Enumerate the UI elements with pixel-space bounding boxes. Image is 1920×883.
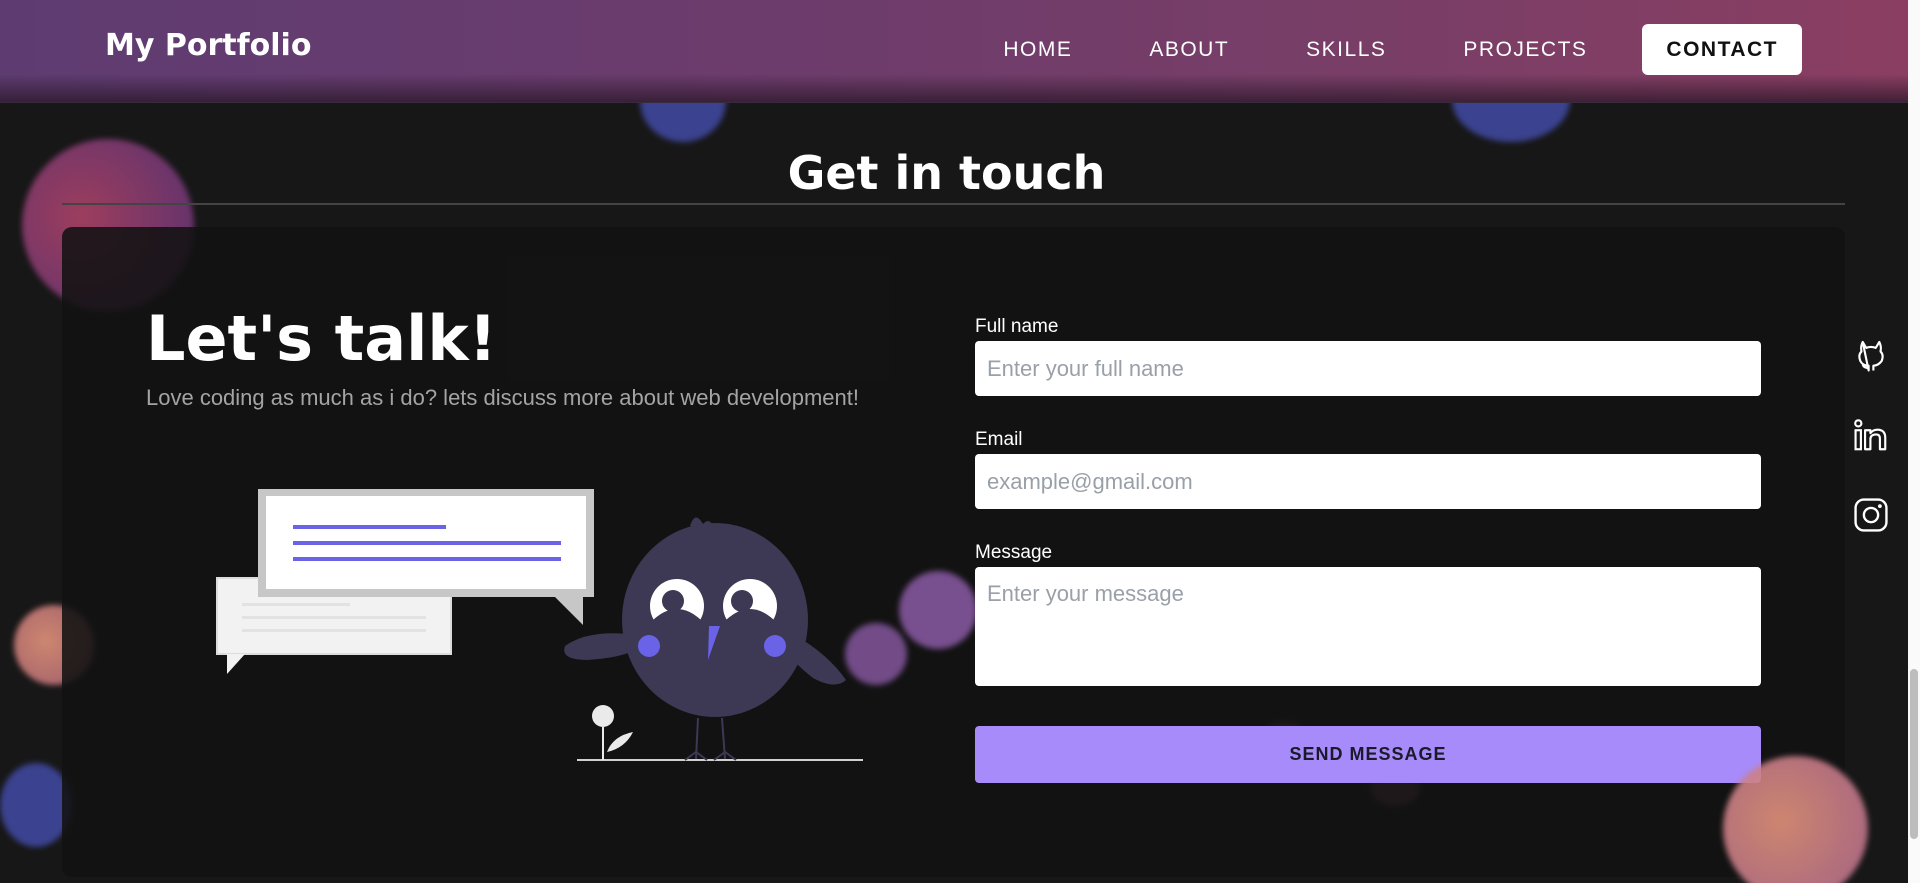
plant-bud xyxy=(592,705,614,727)
contact-form: Full name Email Message SEND MESSAGE xyxy=(975,316,1761,783)
bird-body xyxy=(622,523,808,717)
section-divider xyxy=(62,203,1845,205)
message-textarea[interactable] xyxy=(975,567,1761,686)
message-label: Message xyxy=(975,542,1053,563)
nav-link-home[interactable]: HOME xyxy=(1003,38,1072,62)
intro-heading: Let's talk! xyxy=(146,302,497,375)
instagram-icon[interactable] xyxy=(1852,496,1890,534)
section-title: Get in touch xyxy=(787,146,1106,200)
nav-links: HOME ABOUT SKILLS PROJECTS CONTACT xyxy=(926,24,1802,75)
fullname-input[interactable] xyxy=(975,341,1761,396)
decorative-blob xyxy=(1723,756,1868,883)
email-label: Email xyxy=(975,429,1023,450)
linkedin-icon[interactable] xyxy=(1852,416,1890,454)
brand-logo[interactable]: My Portfolio xyxy=(105,28,311,63)
send-message-button[interactable]: SEND MESSAGE xyxy=(975,726,1761,783)
navbar: My Portfolio HOME ABOUT SKILLS PROJECTS … xyxy=(0,0,1908,103)
fullname-label: Full name xyxy=(975,316,1059,337)
chat-bubble-back-tail xyxy=(227,654,245,674)
nav-link-projects[interactable]: PROJECTS xyxy=(1463,38,1587,62)
github-icon[interactable] xyxy=(1852,336,1890,374)
email-input[interactable] xyxy=(975,454,1761,509)
page-scrollbar[interactable] xyxy=(1908,0,1920,883)
nav-link-about[interactable]: ABOUT xyxy=(1149,38,1229,62)
chat-bubble-front-tail xyxy=(555,597,583,625)
chat-bird-illustration xyxy=(216,489,863,761)
decorative-blob xyxy=(845,623,907,685)
nav-contact-button[interactable]: CONTACT xyxy=(1642,24,1802,75)
social-links xyxy=(1852,336,1892,576)
scrollbar-thumb[interactable] xyxy=(1910,669,1918,839)
nav-link-skills[interactable]: SKILLS xyxy=(1306,38,1386,62)
decorative-blob xyxy=(899,571,977,649)
intro-subtitle: Love coding as much as i do? lets discus… xyxy=(146,385,859,410)
